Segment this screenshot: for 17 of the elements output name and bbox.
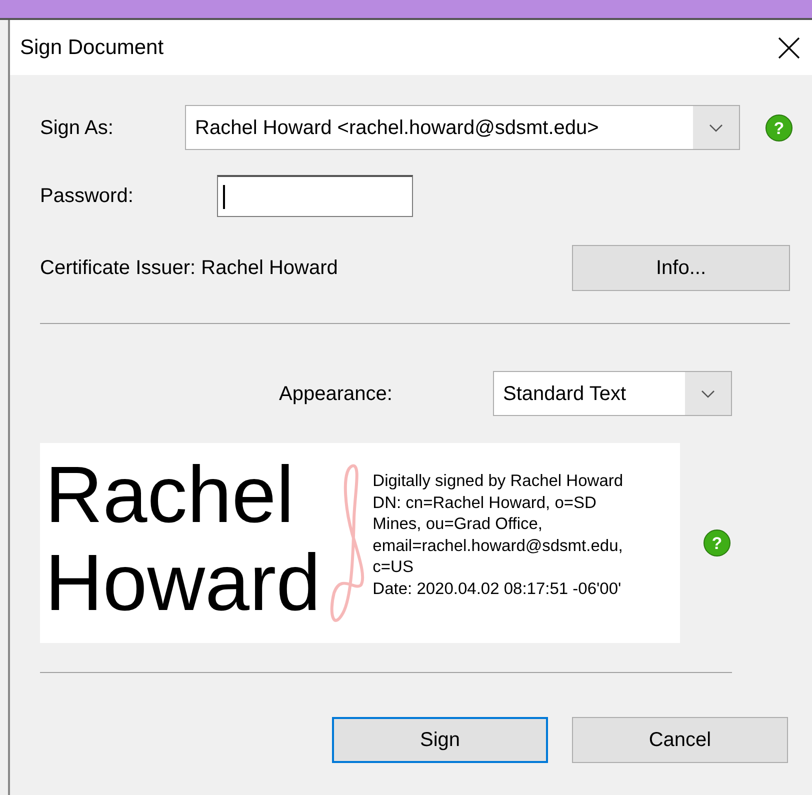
chevron-down-icon — [701, 390, 715, 398]
text-cursor — [223, 184, 225, 208]
certificate-issuer-text: Certificate Issuer: Rachel Howard — [40, 256, 338, 281]
chevron-down-icon — [709, 124, 723, 132]
password-label: Password: — [40, 184, 134, 209]
cancel-button[interactable]: Cancel — [572, 717, 788, 763]
appearance-dropdown[interactable]: Standard Text — [493, 371, 732, 416]
info-button[interactable]: Info... — [572, 245, 790, 291]
signature-details: Digitally signed by Rachel Howard DN: cn=Rachel Howard, o=SD Mines, ou=Grad Office, email=rachel.howard@sdsmt.edu, c=US Date: 2020.04.02 08:17:51 -06'00' — [372, 471, 624, 600]
appearance-label: Appearance: — [279, 382, 394, 406]
sign-button[interactable]: Sign — [332, 717, 548, 763]
signer-name: Rachel Howard — [44, 449, 321, 629]
password-field[interactable] — [217, 175, 413, 217]
close-icon[interactable] — [778, 36, 800, 58]
window-title: Sign Document — [20, 34, 164, 61]
sign-as-label: Sign As: — [40, 116, 114, 140]
sign-as-dropdown[interactable]: Rachel Howard <rachel.howard@sdsmt.edu> — [185, 105, 740, 150]
